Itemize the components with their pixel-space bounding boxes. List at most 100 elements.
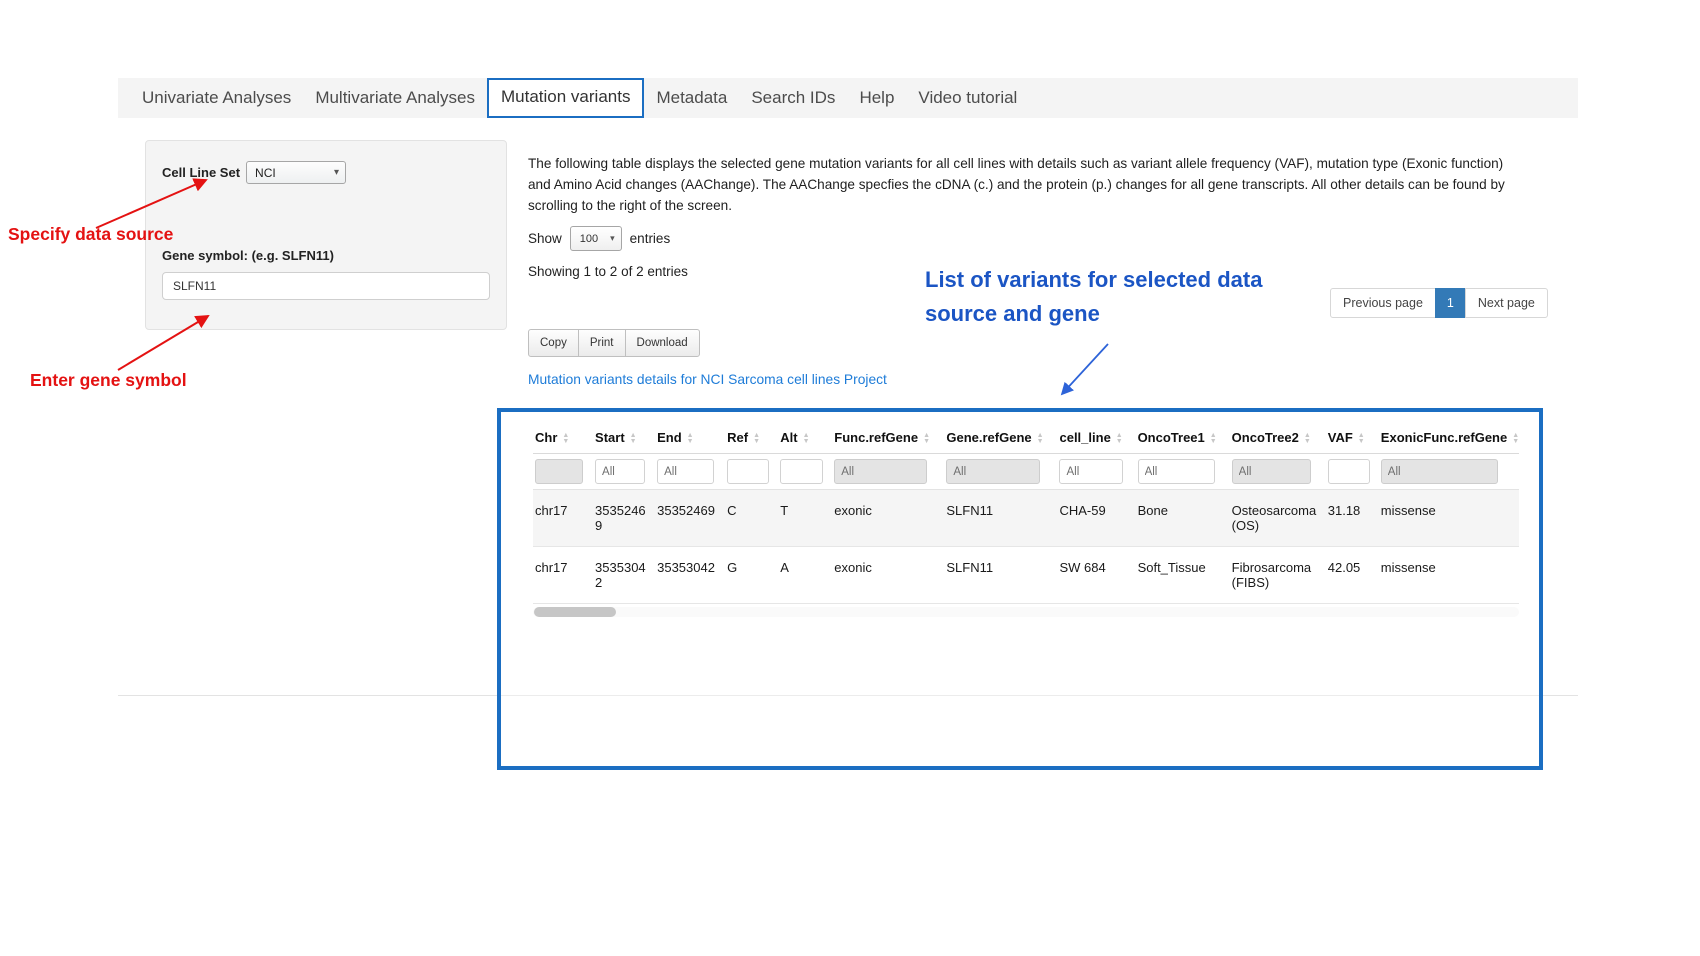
sort-icon: ▲▼ (753, 433, 760, 445)
chevron-down-icon: ▾ (334, 167, 339, 178)
col-header-start[interactable]: Start▲▼ (593, 420, 655, 454)
showing-entries-text: Showing 1 to 2 of 2 entries (528, 264, 688, 279)
filter-ref[interactable] (727, 459, 769, 484)
current-page-button[interactable]: 1 (1435, 288, 1466, 318)
col-header-cell-line[interactable]: cell_line▲▼ (1057, 420, 1135, 454)
col-header-vaf[interactable]: VAF▲▼ (1326, 420, 1379, 454)
copy-button[interactable]: Copy (528, 329, 579, 357)
table-cell: Bone (1136, 490, 1230, 547)
show-entries-label: Show (528, 231, 562, 246)
table-cell: exonic (832, 547, 944, 604)
col-header-oncotree2[interactable]: OncoTree2▲▼ (1230, 420, 1326, 454)
app-window: Univariate Analyses Multivariate Analyse… (0, 0, 1700, 956)
filter-exonicfunc-refgene[interactable] (1381, 459, 1498, 484)
horizontal-scrollbar[interactable] (533, 607, 1519, 617)
chevron-down-icon: ▾ (610, 233, 615, 244)
table-cell: G (725, 547, 778, 604)
tab-metadata[interactable]: Metadata (644, 78, 739, 118)
col-header-exonicfunc-refgene[interactable]: ExonicFunc.refGene▲▼ (1379, 420, 1519, 454)
entries-count-value: 100 (580, 233, 598, 245)
table-cell: missense (1379, 490, 1519, 547)
tab-multivariate-analyses[interactable]: Multivariate Analyses (303, 78, 487, 118)
table-cell: Soft_Tissue (1136, 547, 1230, 604)
table-cell: 31.18 (1326, 490, 1379, 547)
table-cell: SLFN11 (944, 490, 1057, 547)
sort-icon: ▲▼ (687, 433, 694, 445)
table-cell: Osteosarcoma (OS) (1230, 490, 1326, 547)
filter-oncotree2[interactable] (1232, 459, 1311, 484)
tab-video-tutorial[interactable]: Video tutorial (906, 78, 1029, 118)
next-page-button[interactable]: Next page (1465, 288, 1548, 318)
table-filter-row (533, 454, 1519, 490)
sort-icon: ▲▼ (1512, 433, 1519, 445)
controls-panel: Cell Line Set NCI ▾ Gene symbol: (e.g. S… (145, 140, 507, 330)
table-cell: CHA-59 (1057, 490, 1135, 547)
arrow-to-variants-table (1048, 338, 1118, 404)
table-cell: 42.05 (1326, 547, 1379, 604)
table-title-link[interactable]: Mutation variants details for NCI Sarcom… (528, 372, 887, 387)
sort-icon: ▲▼ (1358, 433, 1365, 445)
entries-count-select[interactable]: 100 ▾ (570, 226, 622, 251)
filter-start[interactable] (595, 459, 645, 484)
table-cell: SW 684 (1057, 547, 1135, 604)
col-header-ref[interactable]: Ref▲▼ (725, 420, 778, 454)
print-button[interactable]: Print (578, 329, 626, 357)
cell-line-set-value: NCI (255, 166, 276, 180)
table-row: chr17 35353042 35353042 G A exonic SLFN1… (533, 547, 1519, 604)
download-button[interactable]: Download (625, 329, 700, 357)
annotation-enter-gene-symbol: Enter gene symbol (30, 370, 187, 391)
sort-icon: ▲▼ (562, 433, 569, 445)
table-cell: chr17 (533, 547, 593, 604)
table-row: chr17 35352469 35352469 C T exonic SLFN1… (533, 490, 1519, 547)
filter-cell-line[interactable] (1059, 459, 1123, 484)
filter-oncotree1[interactable] (1138, 459, 1215, 484)
sort-icon: ▲▼ (1304, 433, 1311, 445)
cell-line-set-select[interactable]: NCI ▾ (246, 161, 346, 184)
divider (501, 695, 1539, 696)
tab-bar: Univariate Analyses Multivariate Analyse… (118, 78, 1578, 118)
table-cell: 35353042 (593, 547, 655, 604)
tab-search-ids[interactable]: Search IDs (739, 78, 847, 118)
col-header-end[interactable]: End▲▼ (655, 420, 725, 454)
col-header-func-refgene[interactable]: Func.refGene▲▼ (832, 420, 944, 454)
gene-symbol-label: Gene symbol: (e.g. SLFN11) (162, 248, 490, 263)
pagination: Previous page 1 Next page (1330, 288, 1548, 318)
table-cell: C (725, 490, 778, 547)
table-cell: A (778, 547, 832, 604)
table-cell: Fibrosarcoma (FIBS) (1230, 547, 1326, 604)
variants-table: Chr▲▼ Start▲▼ End▲▼ Ref▲▼ Alt▲▼ Func.ref… (533, 420, 1519, 604)
col-header-alt[interactable]: Alt▲▼ (778, 420, 832, 454)
sort-icon: ▲▼ (1037, 433, 1044, 445)
show-entries-control: Show 100 ▾ entries (528, 226, 670, 251)
variants-table-container: Chr▲▼ Start▲▼ End▲▼ Ref▲▼ Alt▲▼ Func.ref… (497, 408, 1543, 770)
table-header-row: Chr▲▼ Start▲▼ End▲▼ Ref▲▼ Alt▲▼ Func.ref… (533, 420, 1519, 454)
filter-alt[interactable] (780, 459, 823, 484)
export-button-group: Copy Print Download (528, 329, 700, 357)
gene-symbol-input[interactable] (162, 272, 490, 300)
table-cell: T (778, 490, 832, 547)
filter-gene-refgene[interactable] (946, 459, 1040, 484)
sort-icon: ▲▼ (630, 433, 637, 445)
col-header-gene-refgene[interactable]: Gene.refGene▲▼ (944, 420, 1057, 454)
scrollbar-thumb[interactable] (534, 607, 616, 617)
filter-vaf[interactable] (1328, 459, 1370, 484)
previous-page-button[interactable]: Previous page (1330, 288, 1436, 318)
annotation-specify-data-source: Specify data source (8, 224, 173, 245)
table-cell: 35352469 (593, 490, 655, 547)
tab-mutation-variants[interactable]: Mutation variants (487, 78, 644, 118)
annotation-list-of-variants: List of variants for selected data sourc… (925, 263, 1325, 331)
sort-icon: ▲▼ (803, 433, 810, 445)
sort-icon: ▲▼ (923, 433, 930, 445)
table-cell: 35353042 (655, 547, 725, 604)
filter-func-refgene[interactable] (834, 459, 927, 484)
tab-help[interactable]: Help (847, 78, 906, 118)
filter-chr[interactable] (535, 459, 583, 484)
filter-end[interactable] (657, 459, 714, 484)
tab-univariate-analyses[interactable]: Univariate Analyses (130, 78, 303, 118)
sort-icon: ▲▼ (1210, 433, 1217, 445)
description-text: The following table displays the selecte… (528, 153, 1520, 216)
col-header-oncotree1[interactable]: OncoTree1▲▼ (1136, 420, 1230, 454)
col-header-chr[interactable]: Chr▲▼ (533, 420, 593, 454)
table-cell: chr17 (533, 490, 593, 547)
table-cell: exonic (832, 490, 944, 547)
